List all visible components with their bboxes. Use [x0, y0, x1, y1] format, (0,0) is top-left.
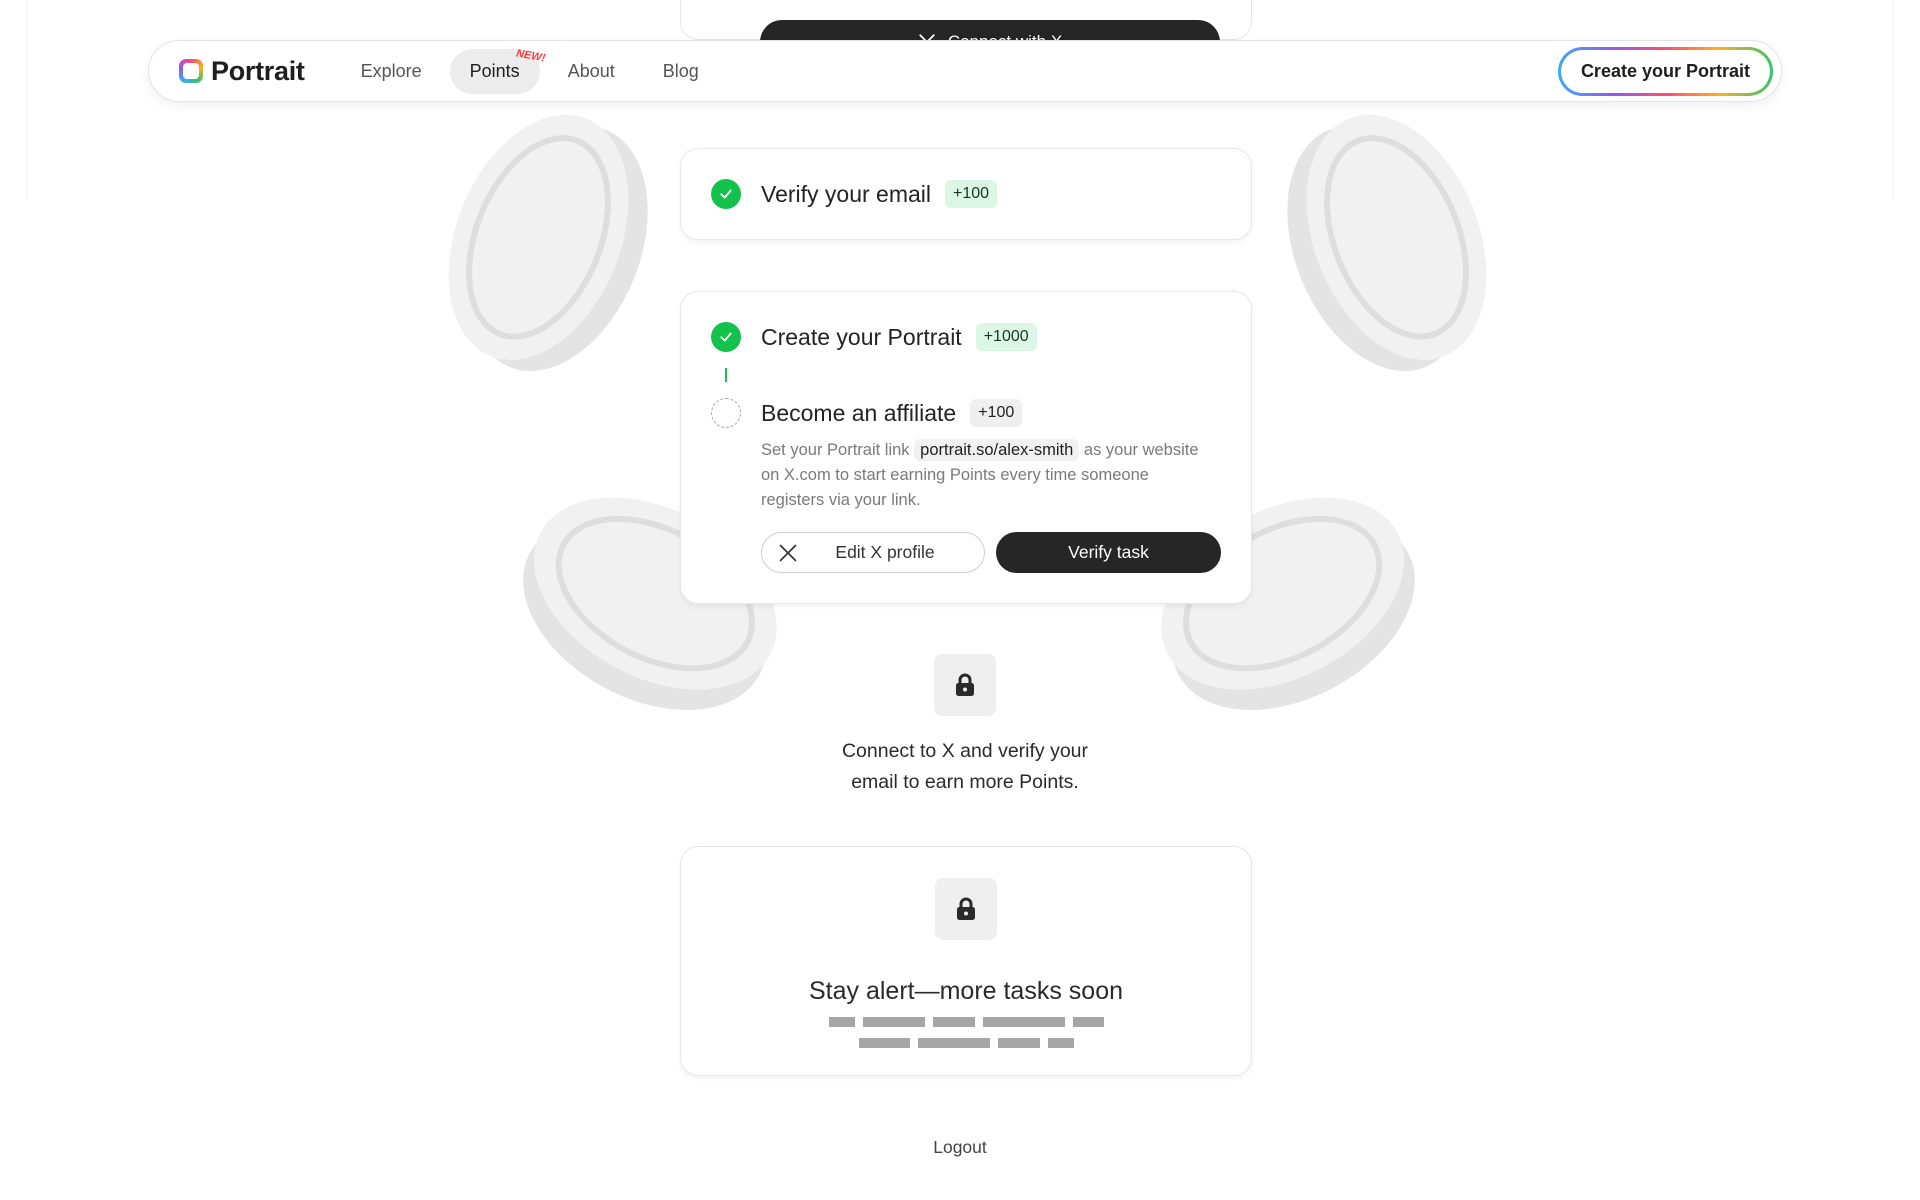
task-title: Create your Portrait	[761, 323, 962, 350]
task-title: Become an affiliate	[761, 399, 957, 426]
locked-message: Connect to X and verify your email to ea…	[760, 736, 1170, 798]
x-logo-icon	[779, 544, 797, 562]
desc-before: Set your Portrait link	[761, 441, 910, 459]
verify-task-button[interactable]: Verify task	[996, 532, 1221, 573]
locked-message-line-2: email to earn more Points.	[851, 771, 1079, 793]
nav-link-explore[interactable]: Explore	[341, 49, 442, 94]
decorative-coin-top-left	[448, 114, 648, 371]
redacted-block	[828, 1017, 855, 1027]
redacted-line-1	[681, 1017, 1251, 1027]
create-portrait-label: Create your Portrait	[1560, 49, 1770, 93]
redacted-line-2	[681, 1038, 1251, 1048]
points-badge: +100	[945, 180, 998, 208]
coming-soon-card: Stay alert—more tasks soon	[680, 846, 1252, 1076]
brand-logo[interactable]: Portrait	[179, 56, 305, 87]
page-edge-right	[1893, 0, 1894, 200]
redacted-block	[982, 1017, 1065, 1027]
task-row-verify-email: Verify your email +100	[711, 179, 998, 209]
task-card-portrait-affiliate: Create your Portrait +1000 Become an aff…	[680, 291, 1252, 604]
points-badge: +1000	[975, 323, 1037, 351]
check-circle-icon	[711, 179, 741, 209]
task-card-verify-email: Verify your email +100	[680, 148, 1252, 240]
nav-links: Explore Points NEW! About Blog	[341, 47, 719, 94]
portrait-link[interactable]: portrait.so/alex-smith	[914, 439, 1080, 461]
task-row-affiliate: Become an affiliate +100	[711, 398, 1023, 428]
lock-icon	[934, 654, 996, 716]
top-navbar: Portrait Explore Points NEW! About Blog …	[148, 40, 1782, 102]
task-row-create-portrait: Create your Portrait +1000	[711, 322, 1037, 352]
check-circle-icon	[711, 322, 741, 352]
lock-icon	[935, 878, 997, 940]
redacted-block	[932, 1017, 975, 1027]
task-title: Verify your email	[761, 180, 932, 207]
affiliate-description: Set your Portrait link portrait.so/alex-…	[761, 438, 1201, 513]
locked-message-line-1: Connect to X and verify your	[841, 740, 1089, 762]
redacted-block	[1072, 1017, 1104, 1027]
pending-circle-icon	[711, 398, 741, 428]
new-tag: NEW!	[515, 47, 547, 64]
redacted-block	[1047, 1038, 1074, 1048]
nav-link-points[interactable]: Points NEW!	[449, 47, 547, 94]
redacted-block	[997, 1038, 1040, 1048]
portrait-logo-icon	[179, 59, 203, 83]
edit-x-profile-button[interactable]: Edit X profile	[761, 532, 985, 573]
nav-link-about[interactable]: About	[548, 49, 635, 94]
redacted-block	[917, 1038, 990, 1048]
coming-soon-title: Stay alert—more tasks soon	[808, 977, 1123, 1005]
decorative-coin-top-right	[1287, 114, 1487, 371]
create-portrait-button[interactable]: Create your Portrait	[1557, 46, 1773, 96]
points-badge: +100	[970, 399, 1023, 427]
logout-link[interactable]: Logout	[0, 1137, 1920, 1158]
step-connector	[725, 368, 727, 382]
page-edge-left	[26, 0, 27, 200]
points-page: Connect with X Portrait Explore Points N…	[0, 0, 1920, 1200]
nav-link-blog[interactable]: Blog	[643, 49, 719, 94]
nav-link-points-label: Points	[469, 60, 520, 81]
brand-name: Portrait	[211, 55, 305, 86]
redacted-block	[862, 1017, 925, 1027]
redacted-block	[858, 1038, 910, 1048]
